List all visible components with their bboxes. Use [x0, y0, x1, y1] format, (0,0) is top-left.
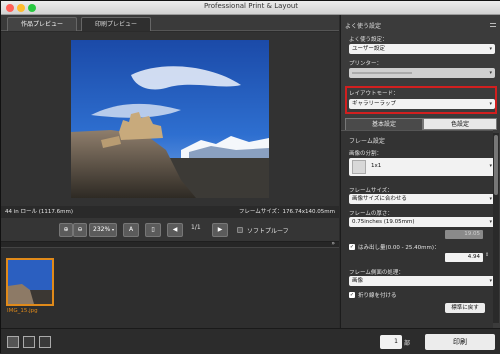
- favorites-label: よく使う設定：: [349, 37, 388, 43]
- window-title: Professional Print & Layout: [203, 2, 299, 10]
- tab-color-settings[interactable]: 色設定: [423, 118, 497, 130]
- zoom-out-icon: ⊖: [77, 226, 83, 233]
- preview-photo[interactable]: [71, 40, 269, 198]
- title-bar: Professional Print & Layout: [1, 1, 500, 15]
- frame-size-readout: フレームサイズ：176.74x140.05mm: [238, 209, 335, 215]
- app-window: Professional Print & Layout 作品プレビュー 印刷プレ…: [0, 0, 500, 354]
- side-treatment-select[interactable]: 画像 ▾: [349, 276, 495, 286]
- size-info-bar: 44 in ロール (1117.6mm) フレームサイズ：176.74x140.…: [1, 206, 339, 218]
- printer-select[interactable]: ▾: [349, 68, 495, 78]
- arrow-left-icon: ◀: [172, 226, 178, 233]
- zoom-in-icon: ⊕: [63, 226, 69, 233]
- chevron-down-icon: ▾: [111, 227, 114, 232]
- frame-settings-title: フレーム設定: [349, 138, 385, 145]
- zoom-select[interactable]: 232% ▾: [89, 223, 117, 237]
- page-indicator: 1/1: [191, 224, 201, 231]
- frame-thickness-label: フレームの厚さ：: [349, 211, 393, 217]
- frame-size-value: 画像サイズに合わせる: [352, 196, 407, 202]
- page-orientation-button[interactable]: A: [123, 223, 139, 237]
- chevron-down-icon: ▾: [489, 196, 492, 202]
- image-split-value: 1x1: [371, 163, 382, 169]
- thumbnail-filename: IMG_15.jpg: [7, 308, 38, 314]
- split-preview-icon: [352, 160, 366, 174]
- zoom-in-button[interactable]: ⊕: [59, 223, 73, 237]
- settings-panel: よく使う設定 よく使う設定： ユーザー設定 ▾ プリンター： ▾ レイアウトモー…: [340, 15, 500, 328]
- softproof-label: ソフトプルーフ: [247, 228, 289, 235]
- chevron-down-icon: ▾: [489, 278, 492, 284]
- favorites-value: ユーザー設定: [352, 46, 385, 52]
- overflow-input[interactable]: 4.94: [445, 253, 483, 262]
- grid-view-icon[interactable]: [39, 336, 51, 348]
- chevron-down-icon: ▾: [489, 101, 492, 107]
- overflow-checkbox[interactable]: ✓: [349, 244, 355, 250]
- paper-size-label: 44 in ロール (1117.6mm): [5, 209, 74, 215]
- double-view-icon[interactable]: [23, 336, 35, 348]
- tab-basic-settings[interactable]: 基本設定: [345, 118, 423, 130]
- thumbnail-strip: IMG_15.jpg: [1, 248, 339, 328]
- menu-icon[interactable]: [490, 23, 496, 27]
- preview-toolbar: ⊕ ⊖ 232% ▾ A ▯ ◀ 1/1 ▶ ソフトプルーフ: [1, 218, 339, 242]
- landscape-image: [71, 40, 269, 198]
- image-split-label: 画像の分割：: [349, 151, 383, 157]
- frame-thickness-value: 0.75inches (19.05mm): [352, 219, 415, 225]
- image-split-select[interactable]: 1x1 ▾: [349, 158, 495, 176]
- previous-page-button[interactable]: ◀: [167, 223, 183, 237]
- frame-thickness-select[interactable]: 0.75inches (19.05mm) ▾: [349, 217, 495, 227]
- stepper-icon[interactable]: ⇕: [485, 252, 489, 258]
- scrollbar-thumb[interactable]: [494, 135, 498, 195]
- zoom-value: 232%: [93, 226, 111, 233]
- copies-unit: 部: [404, 340, 411, 347]
- collapse-chevron-icon[interactable]: »: [331, 240, 335, 247]
- blurred-printer-name: [352, 72, 412, 74]
- print-button[interactable]: 印刷: [425, 334, 495, 350]
- chevron-down-icon: ▾: [489, 163, 492, 169]
- arrow-right-icon: ▶: [217, 226, 223, 233]
- side-treatment-value: 画像: [352, 278, 364, 284]
- frame-size-select[interactable]: 画像サイズに合わせる ▾: [349, 194, 495, 204]
- foldline-checkbox[interactable]: ✓: [349, 292, 355, 298]
- chevron-down-icon: ▾: [489, 70, 492, 76]
- softproof-checkbox[interactable]: [237, 227, 243, 233]
- basic-settings-content: フレーム設定 画像の分割： 1x1 ▾ フレームサイズ： 画像サイズに合わせる …: [341, 130, 495, 328]
- thumbnail-item[interactable]: [6, 258, 54, 306]
- side-treatment-label: フレーム側面の処理：: [349, 270, 404, 276]
- settings-scrollbar[interactable]: [493, 133, 499, 323]
- text-orientation-icon: A: [128, 226, 134, 233]
- foldline-label: 折り線を付ける: [358, 293, 397, 299]
- preview-tabs: 作品プレビュー 印刷プレビュー: [1, 15, 339, 31]
- next-page-button[interactable]: ▶: [212, 223, 228, 237]
- printer-label: プリンター：: [349, 61, 383, 67]
- frame-size-label: フレームサイズ：: [349, 188, 393, 194]
- chevron-down-icon: ▾: [489, 46, 492, 52]
- overflow-label: はみ出し量(0.00 - 25.40mm)：: [358, 245, 440, 251]
- tab-artwork-preview[interactable]: 作品プレビュー: [7, 17, 77, 31]
- layout-mode-select[interactable]: ギャラリーラップ ▾: [349, 99, 495, 109]
- tab-print-preview[interactable]: 印刷プレビュー: [81, 17, 151, 31]
- page-icon: ▯: [151, 226, 155, 233]
- favorites-title: よく使う設定: [345, 23, 382, 30]
- copies-input[interactable]: 1: [380, 335, 402, 349]
- page-layout-button[interactable]: ▯: [145, 223, 161, 237]
- reset-defaults-button[interactable]: 標準に戻す: [445, 303, 485, 313]
- single-view-icon[interactable]: [7, 336, 19, 348]
- zoom-out-button[interactable]: ⊖: [73, 223, 87, 237]
- bottom-bar: 1 部 印刷: [1, 328, 500, 354]
- layout-mode-value: ギャラリーラップ: [352, 101, 397, 107]
- favorites-select[interactable]: ユーザー設定 ▾: [349, 44, 495, 54]
- preview-area: [1, 32, 339, 206]
- frame-thickness-input: 19.05: [445, 230, 483, 239]
- thumbnail-image: [8, 260, 52, 304]
- chevron-down-icon: ▾: [489, 219, 492, 225]
- layout-mode-label: レイアウトモード：: [349, 91, 399, 97]
